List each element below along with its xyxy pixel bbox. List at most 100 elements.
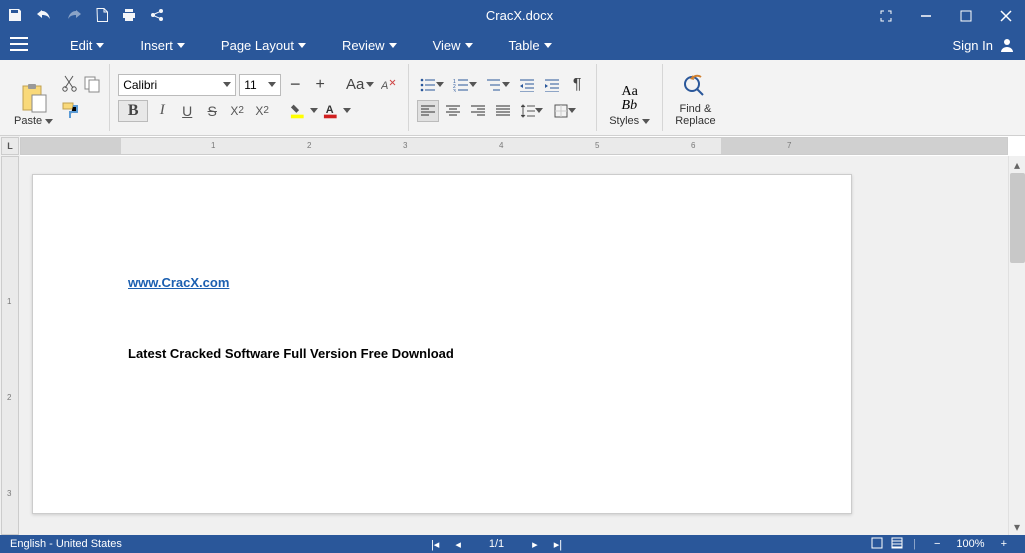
vertical-ruler[interactable]: 1 2 3 — [1, 156, 19, 535]
menu-edit[interactable]: Edit — [52, 38, 122, 53]
chevron-down-icon — [366, 82, 374, 87]
menu-view[interactable]: View — [415, 38, 491, 53]
view-mode-b-icon[interactable] — [891, 537, 903, 552]
menu-table-label: Table — [509, 38, 540, 53]
align-center-button[interactable] — [442, 100, 464, 122]
sign-in-button[interactable]: Sign In — [953, 37, 1015, 53]
paste-button[interactable]: Paste — [10, 66, 57, 129]
scroll-down-icon[interactable]: ▾ — [1009, 518, 1025, 535]
chevron-down-icon — [298, 43, 306, 48]
horizontal-ruler[interactable]: 1234567 — [20, 137, 1008, 155]
prev-page-button[interactable]: ◂ — [447, 538, 469, 551]
font-color-button[interactable]: A — [322, 100, 352, 122]
close-icon[interactable] — [995, 8, 1017, 22]
document-body-text: Latest Cracked Software Full Version Fre… — [128, 346, 756, 361]
first-page-button[interactable]: |◂ — [423, 538, 447, 551]
new-doc-icon[interactable] — [96, 8, 108, 23]
bold-button[interactable]: B — [118, 100, 148, 122]
sign-in-label: Sign In — [953, 38, 993, 53]
print-icon[interactable] — [122, 8, 136, 23]
status-bar: English - United States |◂ ◂ 1/1 ▸ ▸| | … — [0, 535, 1025, 553]
font-name-value: Calibri — [123, 78, 157, 92]
chevron-down-icon — [642, 119, 650, 124]
zoom-out-button[interactable]: − — [926, 538, 948, 550]
clipboard-group: Paste — [2, 64, 110, 131]
ribbon: Paste Calibri 11 − + Aa A B I U — [0, 60, 1025, 136]
chevron-down-icon — [310, 108, 318, 113]
bullets-button[interactable] — [417, 74, 447, 96]
fullscreen-icon[interactable] — [875, 8, 897, 22]
paste-label: Paste — [14, 115, 42, 127]
menu-pagelayout[interactable]: Page Layout — [203, 38, 324, 53]
share-icon[interactable] — [150, 8, 164, 23]
borders-button[interactable] — [550, 100, 580, 122]
find-group: Find & Replace — [663, 64, 727, 131]
menu-review[interactable]: Review — [324, 38, 415, 53]
maximize-icon[interactable] — [955, 8, 977, 22]
styles-group: AaBb Styles — [597, 64, 663, 131]
next-page-button[interactable]: ▸ — [524, 538, 546, 551]
decrease-font-size-button[interactable]: − — [284, 74, 306, 96]
highlight-color-button[interactable] — [289, 100, 319, 122]
styles-button[interactable]: AaBb Styles — [605, 66, 654, 129]
redo-icon[interactable] — [66, 8, 82, 23]
zoom-value: 100% — [956, 538, 984, 550]
line-spacing-button[interactable] — [517, 100, 547, 122]
multilevel-list-button[interactable] — [483, 74, 513, 96]
language-indicator[interactable]: English - United States — [10, 538, 122, 550]
chevron-down-icon — [268, 82, 276, 87]
svg-text:A: A — [326, 103, 334, 115]
clear-formatting-button[interactable]: A — [378, 74, 400, 96]
view-mode-a-icon[interactable] — [871, 537, 883, 552]
menu-review-label: Review — [342, 38, 385, 53]
menu-insert[interactable]: Insert — [122, 38, 203, 53]
justify-button[interactable] — [492, 100, 514, 122]
increase-indent-button[interactable] — [541, 74, 563, 96]
strikethrough-button[interactable]: S — [201, 100, 223, 122]
scroll-thumb[interactable] — [1010, 173, 1025, 263]
superscript-button[interactable]: X2 — [251, 100, 273, 122]
increase-font-size-button[interactable]: + — [309, 74, 331, 96]
document-link[interactable]: www.CracX.com — [128, 275, 229, 290]
menu-pagelayout-label: Page Layout — [221, 38, 294, 53]
zoom-in-button[interactable]: + — [993, 538, 1015, 550]
chevron-down-icon — [502, 82, 510, 87]
save-icon[interactable] — [8, 8, 22, 23]
scroll-up-icon[interactable]: ▴ — [1009, 156, 1025, 173]
tab-selector[interactable]: L — [1, 137, 19, 155]
numbering-button[interactable]: 123 — [450, 74, 480, 96]
chevron-down-icon — [96, 43, 104, 48]
menu-insert-label: Insert — [140, 38, 173, 53]
chevron-down-icon — [568, 108, 576, 113]
format-painter-icon[interactable] — [61, 101, 79, 122]
find-replace-button[interactable]: Find & Replace — [671, 66, 719, 129]
last-page-button[interactable]: ▸| — [546, 538, 570, 551]
change-case-button[interactable]: Aa — [345, 74, 375, 96]
paragraph-group: 123 ¶ — [409, 64, 597, 131]
document-canvas[interactable]: www.CracX.com Latest Cracked Software Fu… — [20, 156, 1008, 535]
hamburger-icon[interactable] — [10, 37, 28, 54]
chevron-down-icon — [436, 82, 444, 87]
vertical-scrollbar[interactable]: ▴ ▾ — [1008, 156, 1025, 535]
font-size-select[interactable]: 11 — [239, 74, 281, 96]
undo-icon[interactable] — [36, 8, 52, 23]
styles-sample2: Bb — [622, 98, 638, 113]
svg-text:3: 3 — [453, 89, 456, 92]
copy-icon[interactable] — [83, 75, 101, 96]
italic-button[interactable]: I — [151, 100, 173, 122]
chevron-down-icon — [343, 108, 351, 113]
menu-table[interactable]: Table — [491, 38, 570, 53]
find-replace-icon — [681, 73, 709, 101]
align-right-button[interactable] — [467, 100, 489, 122]
subscript-button[interactable]: X2 — [226, 100, 248, 122]
underline-button[interactable]: U — [176, 100, 198, 122]
pilcrow-button[interactable]: ¶ — [566, 74, 588, 96]
minimize-icon[interactable] — [915, 8, 937, 22]
align-left-button[interactable] — [417, 100, 439, 122]
styles-label: Styles — [609, 115, 639, 127]
svg-text:A: A — [381, 80, 388, 92]
font-name-select[interactable]: Calibri — [118, 74, 236, 96]
user-icon — [999, 37, 1015, 53]
decrease-indent-button[interactable] — [516, 74, 538, 96]
cut-icon[interactable] — [61, 74, 79, 95]
